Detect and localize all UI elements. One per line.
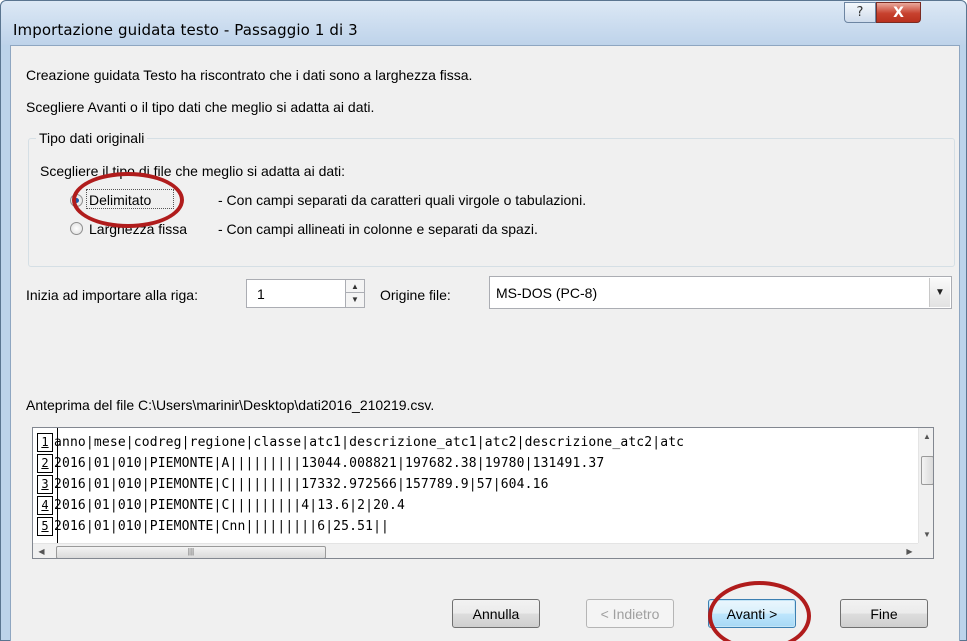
preview-row-number: 3 [37,475,53,494]
preview-row-number: 4 [37,496,53,515]
back-button[interactable]: < Indietro [586,599,674,628]
cancel-button[interactable]: Annulla [452,599,540,628]
radio-delimited[interactable] [70,194,83,207]
close-icon: X [893,4,904,21]
chevron-down-icon[interactable]: ▼ [929,278,950,307]
scroll-down-icon[interactable]: ▼ [919,526,933,543]
window-title: Importazione guidata testo - Passaggio 1… [13,21,358,39]
intro-line-1: Creazione guidata Testo ha riscontrato c… [26,67,473,83]
radio-fixed-width-description: - Con campi allineati in colonne e separ… [218,221,538,237]
preview-row-number: 5 [37,517,53,536]
preview-rows: 1 anno|mese|codreg|regione|classe|atc1|d… [33,432,915,537]
close-button[interactable]: X [876,2,921,23]
origin-label: Origine file: [380,287,451,303]
radio-fixed-width[interactable] [70,222,83,235]
start-row-input[interactable]: 1 [246,279,346,308]
radio-delimited-label[interactable]: Delimitato [89,192,151,208]
intro-line-2: Scegliere Avanti o il tipo dati che megl… [26,99,375,115]
help-icon: ? [856,5,864,20]
dialog-body: Creazione guidata Testo ha riscontrato c… [10,45,960,641]
preview-vertical-scrollbar[interactable]: ▲ ▼ [918,428,933,543]
original-type-legend: Tipo dati originali [36,130,148,146]
title-bar[interactable]: Importazione guidata testo - Passaggio 1… [1,1,966,45]
spin-up-icon[interactable]: ▲ [346,280,364,293]
radio-fixed-width-label[interactable]: Larghezza fissa [89,221,187,237]
scroll-left-icon[interactable]: ◀ [33,544,50,558]
preview-row-number: 2 [37,454,53,473]
file-preview[interactable]: 1 anno|mese|codreg|regione|classe|atc1|d… [32,427,934,559]
preview-row: 1 anno|mese|codreg|regione|classe|atc1|d… [33,432,915,453]
preview-row: 3 2016|01|010|PIEMONTE|C|||||||||17332.9… [33,474,915,495]
preview-row: 2 2016|01|010|PIEMONTE|A|||||||||13044.0… [33,453,915,474]
preview-row-text: 2016|01|010|PIEMONTE|Cnn|||||||||6|25.51… [54,519,390,534]
original-type-prompt: Scegliere il tipo di file che meglio si … [40,163,346,179]
finish-button[interactable]: Fine [840,599,928,628]
preview-row-text: 2016|01|010|PIEMONTE|A|||||||||13044.008… [54,456,605,471]
horizontal-scroll-thumb[interactable]: ||| [56,546,326,558]
help-button[interactable]: ? [844,2,876,23]
origin-value: MS-DOS (PC-8) [496,285,598,301]
origin-select[interactable]: MS-DOS (PC-8) ▼ [489,276,952,309]
scroll-right-icon[interactable]: ▶ [901,544,918,558]
preview-horizontal-scrollbar[interactable]: ◀ ||| ▶ [33,543,918,558]
start-row-label: Inizia ad importare alla riga: [26,287,198,303]
scrollbar-corner [918,543,933,558]
preview-row-text: 2016|01|010|PIEMONTE|C|||||||||4|13.6|2|… [54,498,405,513]
scroll-up-icon[interactable]: ▲ [919,428,933,445]
spin-down-icon[interactable]: ▼ [346,293,364,306]
next-button[interactable]: Avanti > [708,599,796,628]
preview-row: 4 2016|01|010|PIEMONTE|C|||||||||4|13.6|… [33,495,915,516]
radio-delimited-description: - Con campi separati da caratteri quali … [218,192,587,208]
preview-row-text: 2016|01|010|PIEMONTE|C|||||||||17332.972… [54,477,549,492]
start-row-spinner[interactable]: ▲ ▼ [345,279,365,308]
preview-row-number: 1 [37,433,53,452]
preview-row: 5 2016|01|010|PIEMONTE|Cnn|||||||||6|25.… [33,516,915,537]
vertical-scroll-thumb[interactable] [921,456,933,485]
preview-label: Anteprima del file C:\Users\marinir\Desk… [26,397,435,413]
import-wizard-window: Importazione guidata testo - Passaggio 1… [0,0,967,641]
preview-row-text: anno|mese|codreg|regione|classe|atc1|des… [54,435,685,450]
